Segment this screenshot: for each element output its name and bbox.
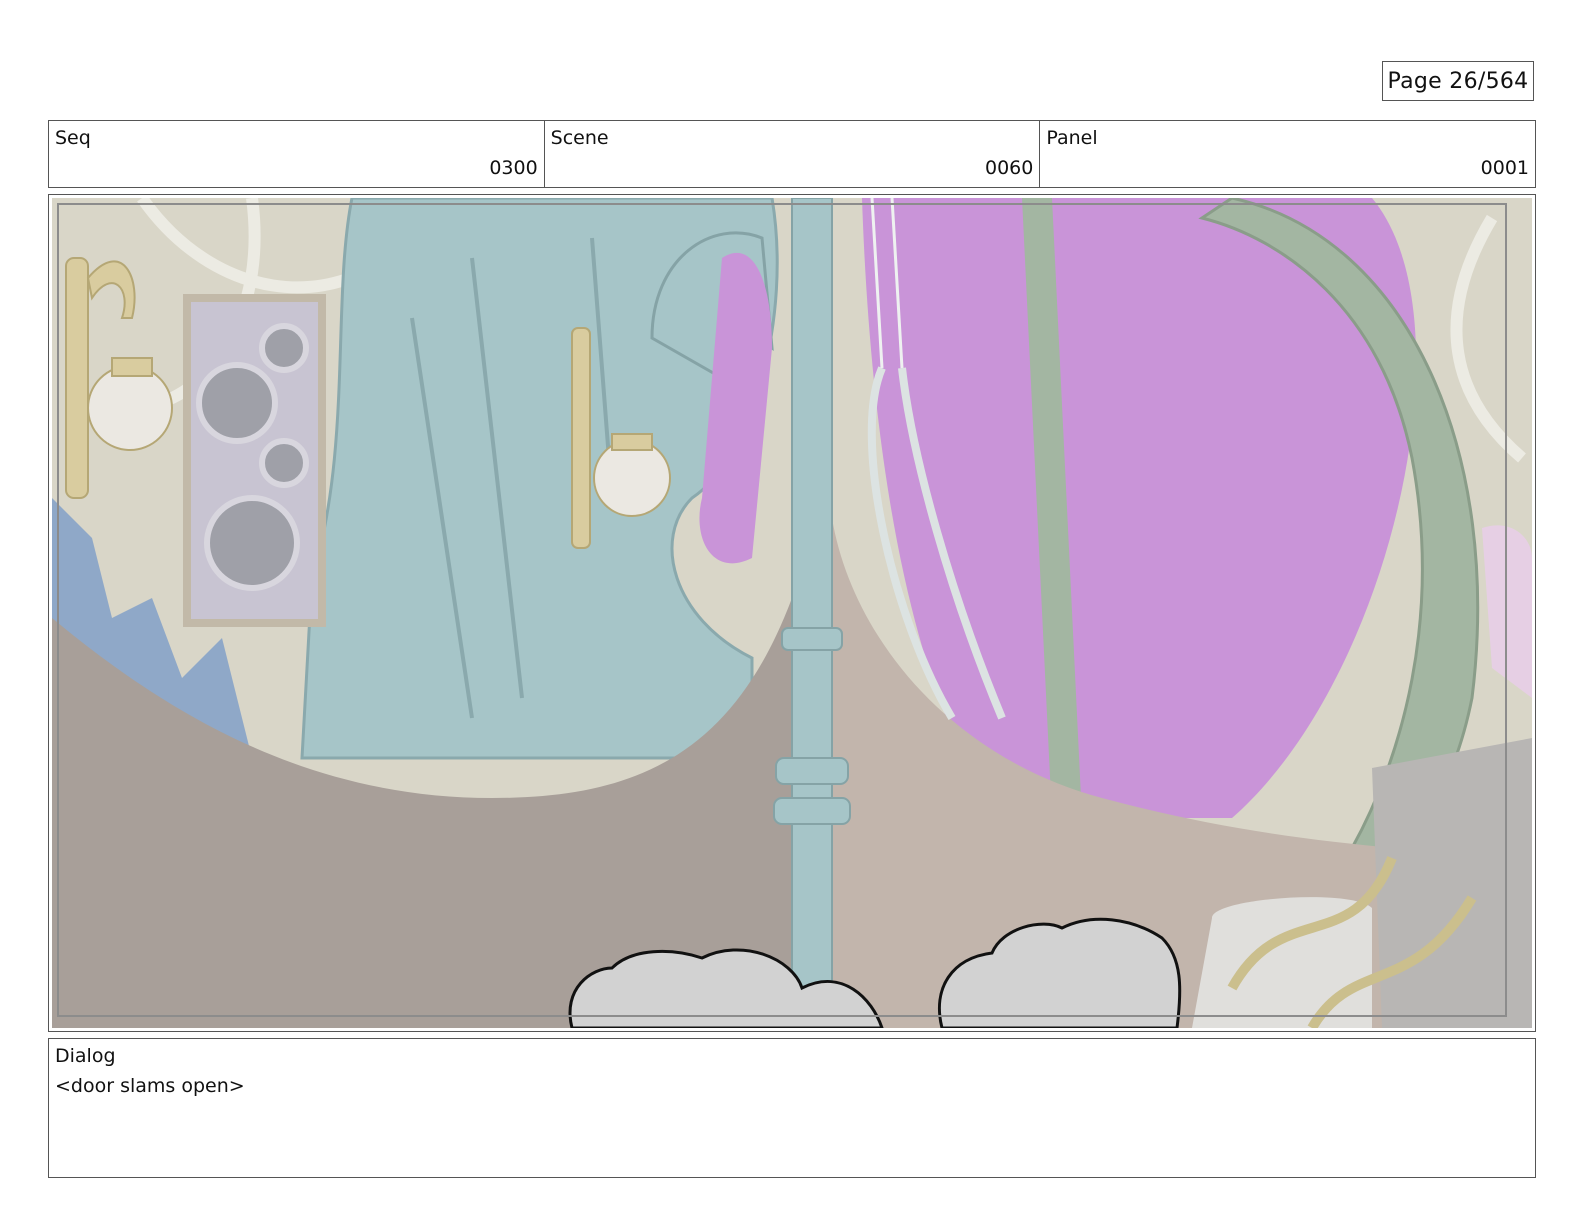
dialog-text: <door slams open> xyxy=(55,1075,245,1097)
dialog-box: Dialog <door slams open> xyxy=(48,1038,1536,1178)
storyboard-panel-image xyxy=(52,198,1532,1028)
page-counter: Page 26/564 xyxy=(1382,61,1534,101)
panel-value: 0001 xyxy=(1480,157,1530,179)
panel-header: Seq 0300 Scene 0060 Panel 0001 xyxy=(48,120,1536,188)
seq-cell: Seq 0300 xyxy=(49,121,545,187)
dialog-label: Dialog xyxy=(55,1045,116,1067)
scene-label: Scene xyxy=(550,127,609,149)
panel-label: Panel xyxy=(1046,127,1098,149)
page-number: 26/564 xyxy=(1449,68,1529,94)
scene-value: 0060 xyxy=(984,157,1034,179)
page-label: Page xyxy=(1387,68,1442,94)
scene-cell: Scene 0060 xyxy=(545,121,1041,187)
seq-value: 0300 xyxy=(489,157,538,179)
panel-cell: Panel 0001 xyxy=(1040,121,1535,187)
storyboard-panel-frame xyxy=(48,194,1536,1032)
seq-label: Seq xyxy=(55,127,91,149)
